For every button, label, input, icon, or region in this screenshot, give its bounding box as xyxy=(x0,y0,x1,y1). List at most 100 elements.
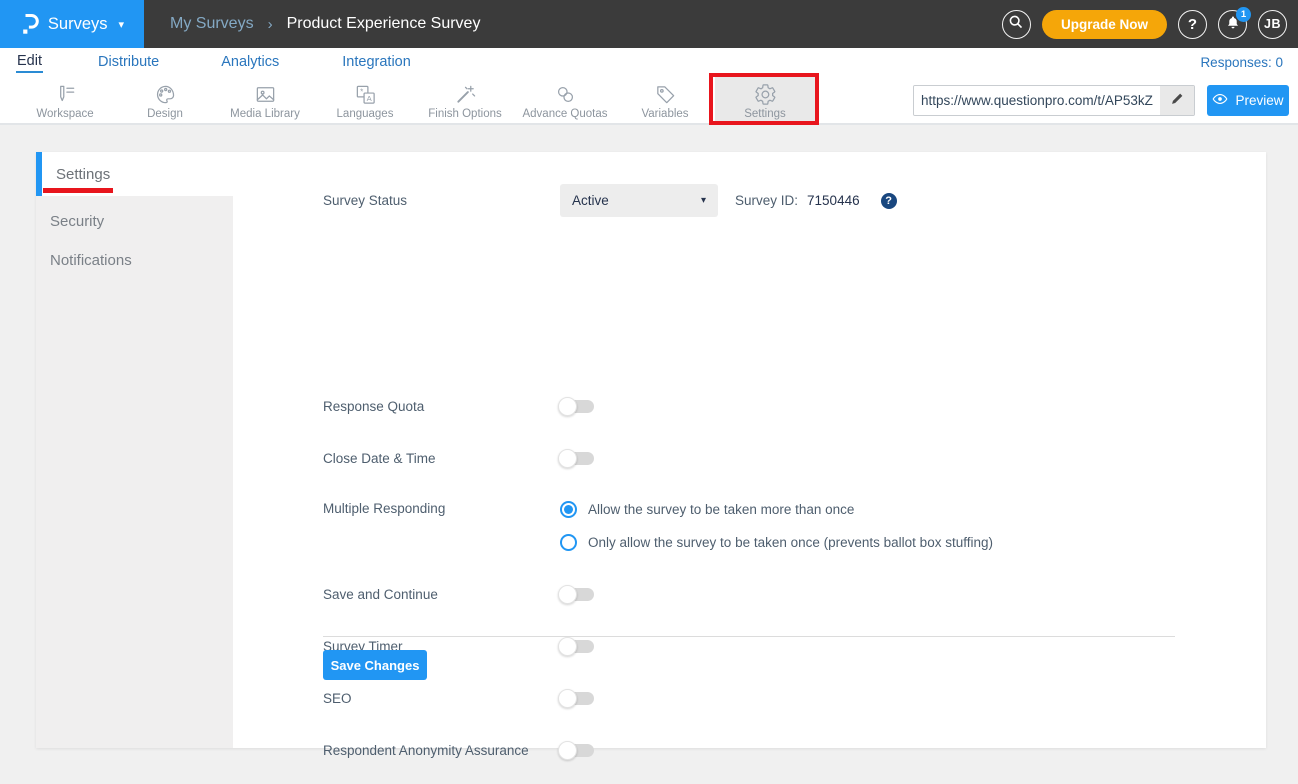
toggle-knob xyxy=(558,689,577,708)
responses-count: Responses: 0 xyxy=(1200,55,1283,70)
questionpro-logo-icon xyxy=(20,13,39,36)
gear-icon xyxy=(754,82,777,106)
survey-id-label: Survey ID: xyxy=(735,193,798,208)
settings-sidebar: Security Notifications xyxy=(36,196,233,748)
multiple-responding-row: Multiple Responding Allow the survey to … xyxy=(323,501,993,551)
radio-option-allow-multiple[interactable]: Allow the survey to be taken more than o… xyxy=(560,501,993,518)
survey-status-row: Survey Status Active ▾ Survey ID: 715044… xyxy=(323,184,897,217)
surveys-menu-label: Surveys xyxy=(48,15,108,34)
toggle-knob xyxy=(558,637,577,656)
notification-count-badge: 1 xyxy=(1236,7,1251,22)
response-quota-toggle[interactable] xyxy=(560,400,594,413)
tab-edit[interactable]: Edit xyxy=(16,51,43,73)
survey-url-field xyxy=(913,85,1195,116)
question-mark-icon: ? xyxy=(1188,16,1197,33)
surveys-menu[interactable]: Surveys ▾ xyxy=(0,0,144,48)
breadcrumb: My Surveys › Product Experience Survey xyxy=(170,15,480,33)
toolbar-item-label: Settings xyxy=(744,108,786,120)
survey-url-input[interactable] xyxy=(914,86,1160,115)
search-button[interactable] xyxy=(1002,10,1031,39)
account-avatar[interactable]: JB xyxy=(1258,10,1287,39)
avatar-initials: JB xyxy=(1264,17,1281,31)
tab-analytics[interactable]: Analytics xyxy=(220,52,280,72)
toolbar-item-advance-quotas[interactable]: Advance Quotas xyxy=(515,76,615,123)
form-divider xyxy=(323,636,1175,637)
response-quota-row: Response Quota xyxy=(323,399,594,414)
breadcrumb-current-survey: Product Experience Survey xyxy=(287,15,481,33)
toolbar-item-media-library[interactable]: Media Library xyxy=(215,76,315,123)
save-and-continue-label: Save and Continue xyxy=(323,587,560,602)
tab-distribute[interactable]: Distribute xyxy=(97,52,160,72)
sidebar-item-label: Notifications xyxy=(50,252,132,269)
respondent-anonymity-toggle[interactable] xyxy=(560,744,594,757)
palette-icon xyxy=(154,82,177,106)
toolbar-item-workspace[interactable]: Workspace xyxy=(15,76,115,123)
save-and-continue-row: Save and Continue xyxy=(323,587,594,602)
toolbar-item-variables[interactable]: Variables xyxy=(615,76,715,123)
survey-status-label: Survey Status xyxy=(323,193,560,208)
toolbar-item-label: Media Library xyxy=(230,108,300,120)
toolbar-item-settings[interactable]: Settings xyxy=(715,76,815,123)
survey-status-dropdown[interactable]: Active ▾ xyxy=(560,184,718,217)
sidebar-item-security[interactable]: Security xyxy=(36,202,233,241)
tab-integration[interactable]: Integration xyxy=(341,52,412,72)
toolbar-item-label: Workspace xyxy=(36,108,93,120)
svg-text:A: A xyxy=(366,94,372,103)
breadcrumb-my-surveys[interactable]: My Surveys xyxy=(170,15,254,33)
chevron-down-icon: ▾ xyxy=(701,195,706,206)
seo-toggle[interactable] xyxy=(560,692,594,705)
help-button[interactable]: ? xyxy=(1178,10,1207,39)
survey-id-help-icon[interactable]: ? xyxy=(881,193,897,209)
seo-label: SEO xyxy=(323,691,560,706)
toolbar-item-languages[interactable]: * A Languages xyxy=(315,76,415,123)
toggle-knob xyxy=(558,397,577,416)
multiple-responding-label: Multiple Responding xyxy=(323,501,560,516)
eye-icon xyxy=(1212,93,1228,108)
sidebar-item-label: Settings xyxy=(56,166,110,183)
radio-option-label: Allow the survey to be taken more than o… xyxy=(588,502,854,517)
toolbar-item-finish-options[interactable]: Finish Options xyxy=(415,76,515,123)
pencil-icon xyxy=(1170,92,1184,109)
toolbar-item-label: Variables xyxy=(641,108,688,120)
toolbar-item-label: Design xyxy=(147,108,183,120)
toolbar-item-label: Advance Quotas xyxy=(522,108,607,120)
preview-button[interactable]: Preview xyxy=(1207,85,1289,116)
upgrade-now-button[interactable]: Upgrade Now xyxy=(1042,10,1167,39)
chevron-down-icon: ▾ xyxy=(119,18,125,31)
sidebar-item-label: Security xyxy=(50,213,104,230)
settings-panel: Settings Security Notifications Survey S… xyxy=(36,152,1266,748)
chain-links-icon xyxy=(554,82,577,106)
workspace-icon xyxy=(54,82,77,106)
edit-toolbar: Workspace Design Media Library * xyxy=(0,76,1298,125)
save-changes-button[interactable]: Save Changes xyxy=(323,650,427,680)
magic-wand-icon xyxy=(454,82,477,106)
survey-timer-toggle[interactable] xyxy=(560,640,594,653)
radio-unselected-icon xyxy=(560,534,577,551)
close-date-time-row: Close Date & Time xyxy=(323,451,594,466)
sidebar-item-notifications[interactable]: Notifications xyxy=(36,241,233,280)
response-quota-label: Response Quota xyxy=(323,399,560,414)
toggle-knob xyxy=(558,449,577,468)
close-date-time-toggle[interactable] xyxy=(560,452,594,465)
edit-url-button[interactable] xyxy=(1160,86,1194,115)
seo-row: SEO xyxy=(323,691,594,706)
save-and-continue-toggle[interactable] xyxy=(560,588,594,601)
translate-icon: * A xyxy=(354,82,377,106)
search-icon xyxy=(1008,14,1024,34)
active-item-underline xyxy=(43,188,113,193)
breadcrumb-separator-icon: › xyxy=(268,16,273,33)
toggle-knob xyxy=(558,741,577,760)
close-date-time-label: Close Date & Time xyxy=(323,451,560,466)
survey-status-value: Active xyxy=(572,193,609,208)
radio-option-only-once[interactable]: Only allow the survey to be taken once (… xyxy=(560,534,993,551)
survey-nav-tabs: Edit Distribute Analytics Integration Re… xyxy=(0,48,1298,76)
radio-selected-icon xyxy=(560,501,577,518)
radio-option-label: Only allow the survey to be taken once (… xyxy=(588,535,993,550)
settings-form: Survey Status Active ▾ Survey ID: 715044… xyxy=(323,152,1226,748)
notifications-button[interactable]: 1 xyxy=(1218,10,1247,39)
top-bar: Surveys ▾ My Surveys › Product Experienc… xyxy=(0,0,1298,48)
toolbar-item-label: Finish Options xyxy=(428,108,502,120)
toolbar-item-design[interactable]: Design xyxy=(115,76,215,123)
topbar-actions: Upgrade Now ? 1 JB xyxy=(1002,10,1298,39)
toolbar-item-label: Languages xyxy=(337,108,394,120)
